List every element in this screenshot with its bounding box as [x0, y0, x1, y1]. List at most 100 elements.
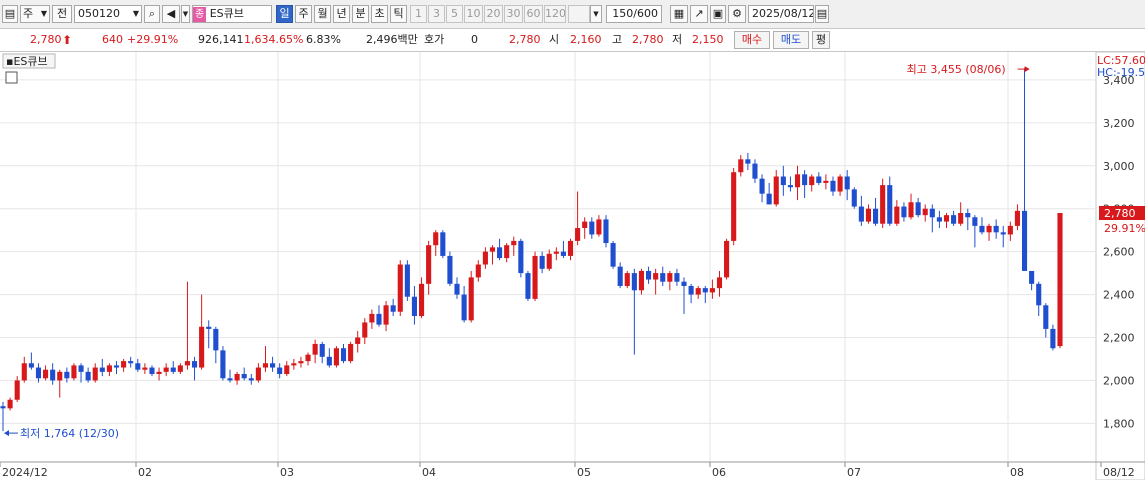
search-icon[interactable]: ⌕	[144, 5, 160, 23]
candle	[603, 219, 609, 244]
interval-button[interactable]: 30	[504, 5, 523, 23]
candle	[92, 367, 98, 381]
candle	[674, 273, 680, 282]
volume: 926,141	[198, 33, 244, 46]
candle	[681, 281, 687, 286]
candle	[504, 245, 510, 259]
gear-icon[interactable]: ⚙	[728, 5, 746, 23]
period-button[interactable]: 분	[352, 5, 369, 23]
chevron-down-icon[interactable]: ▼	[590, 5, 602, 23]
candlestick-chart[interactable]: 1,8002,0002,2002,4002,6002,8003,0003,200…	[0, 52, 1145, 480]
interval-button[interactable]: 3	[428, 5, 445, 23]
candle	[752, 163, 758, 179]
buy-button[interactable]: 매수	[734, 31, 770, 49]
x-tick-label: 02	[138, 466, 152, 479]
candle	[7, 399, 13, 409]
candle	[610, 243, 616, 267]
candle	[1029, 270, 1035, 284]
period-button[interactable]: 초	[371, 5, 388, 23]
candle	[844, 176, 850, 190]
volume-percent: 1,634.65%	[244, 33, 304, 46]
period-select-label: 주	[23, 7, 34, 20]
candle	[766, 193, 772, 205]
candle	[348, 343, 354, 362]
stock-code-input[interactable]: 050120 ▼	[74, 5, 142, 23]
turnover: 6.83%	[306, 33, 341, 46]
custom-interval-input[interactable]	[568, 5, 590, 23]
interval-button[interactable]: 60	[524, 5, 543, 23]
candle	[71, 365, 77, 379]
candle	[113, 365, 120, 368]
candle	[227, 378, 233, 381]
candle	[163, 367, 169, 372]
candle	[85, 371, 91, 381]
period-select[interactable]: 주 ▼	[20, 5, 50, 23]
interval-button[interactable]: 20	[484, 5, 503, 23]
candle	[99, 367, 105, 372]
candle	[943, 215, 950, 222]
chevron-down-icon: ▼	[40, 9, 47, 18]
candle	[234, 373, 240, 381]
date-input[interactable]: 2025/08/12	[748, 5, 814, 23]
sound-icon[interactable]: ◀	[162, 5, 180, 23]
candle	[1000, 232, 1006, 235]
period-button[interactable]: 월	[314, 5, 331, 23]
period-button[interactable]: 주	[295, 5, 312, 23]
interval-button[interactable]: 10	[464, 5, 483, 23]
interval-button[interactable]: 120	[544, 5, 566, 23]
candle	[319, 343, 325, 357]
evaluate-button[interactable]: 평	[812, 31, 830, 49]
candle	[787, 185, 793, 188]
candle	[809, 176, 815, 186]
quote-bar: 2,780 ⬆ 640 +29.91% 926,141 1,634.65% 6.…	[0, 29, 1145, 52]
save-icon[interactable]: ▣	[710, 5, 726, 23]
candle	[170, 367, 176, 372]
candle	[447, 255, 453, 284]
candle	[653, 273, 659, 280]
candle	[553, 251, 559, 254]
candle	[993, 225, 999, 233]
open-price: 2,160	[570, 33, 602, 46]
candle	[546, 253, 552, 269]
candle	[284, 365, 290, 374]
candle	[156, 371, 162, 374]
sell-button[interactable]: 매도	[773, 31, 809, 49]
interval-button[interactable]: 1	[410, 5, 427, 23]
count-field[interactable]: 150/600	[606, 5, 662, 23]
y-tick-label: 1,800	[1103, 417, 1135, 430]
candle	[206, 326, 212, 329]
candle	[802, 174, 808, 186]
hoga-price: 2,780	[509, 33, 541, 46]
y-tick-label: 2,000	[1103, 374, 1135, 387]
candle	[589, 221, 595, 235]
candle	[128, 361, 134, 364]
candle	[1057, 212, 1063, 347]
high-annotation: 최고 3,455 (08/06)	[907, 63, 1006, 76]
candle	[915, 202, 921, 216]
change-value: 640	[102, 33, 123, 46]
candle	[291, 363, 297, 366]
prev-button[interactable]: 전	[52, 5, 72, 23]
chart-toolbar: ▤ 주 ▼ 전 050120 ▼ ⌕ ◀ ▼ 종 ES큐브 일주월년분초틱 13…	[0, 0, 1145, 29]
indicator-icon	[5, 71, 18, 84]
period-button[interactable]: 년	[333, 5, 350, 23]
candle	[241, 373, 247, 379]
chart-type-icon[interactable]: ▤	[2, 5, 18, 23]
stock-name-field[interactable]: 종 ES큐브	[192, 5, 272, 23]
interval-button[interactable]: 5	[446, 5, 463, 23]
chart-tool-icon[interactable]: ↗	[690, 5, 708, 23]
chevron-down-icon[interactable]: ▼	[181, 5, 190, 23]
candle	[255, 367, 261, 381]
candle	[638, 270, 645, 291]
candle	[199, 326, 205, 368]
period-button[interactable]: 일	[276, 5, 293, 23]
candle	[908, 202, 914, 218]
candle	[142, 367, 148, 370]
candle	[880, 185, 886, 224]
period-button[interactable]: 틱	[390, 5, 407, 23]
calendar-icon[interactable]: ▤	[815, 5, 829, 23]
last-percent-label: 29.91%	[1104, 222, 1145, 235]
candle	[731, 172, 737, 241]
grid-icon[interactable]: ▦	[670, 5, 688, 23]
candle	[986, 225, 992, 233]
